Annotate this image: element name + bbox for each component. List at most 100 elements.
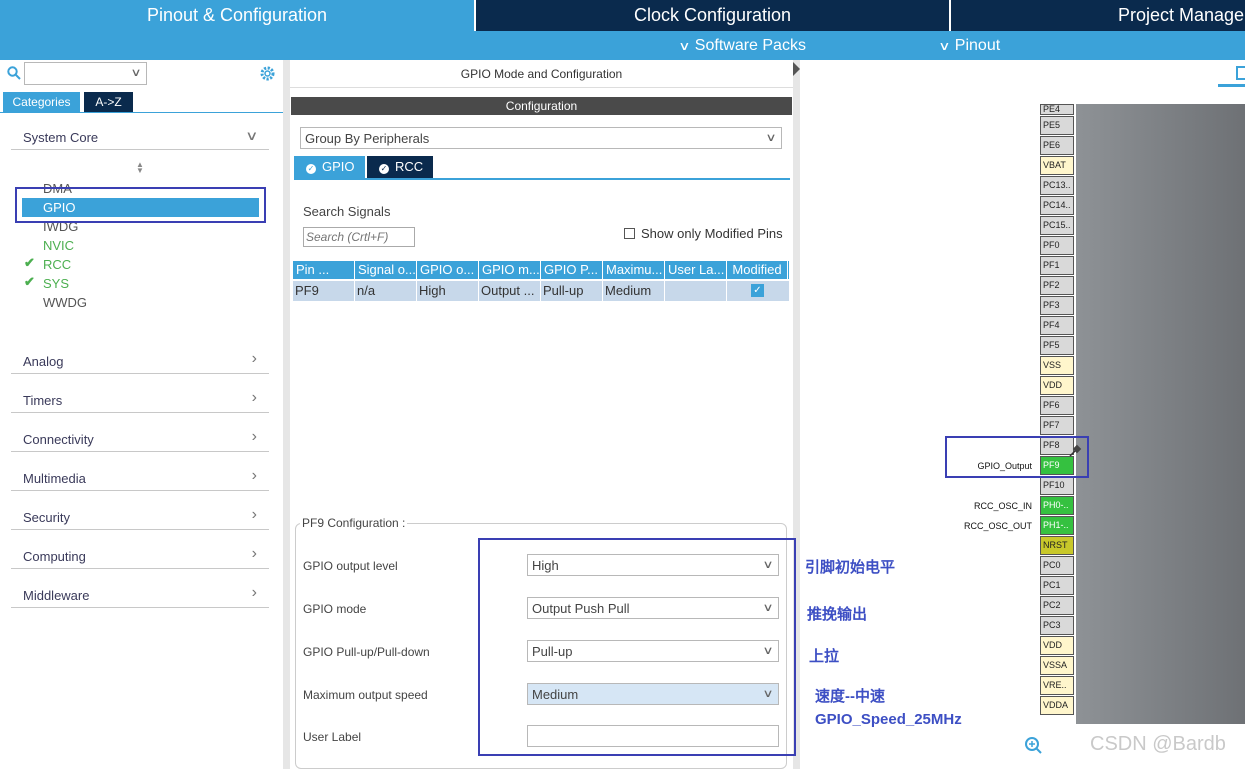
pin[interactable]: PC14..	[1040, 196, 1074, 215]
system-core-item[interactable]: WWDG	[22, 293, 259, 312]
pin[interactable]: PC2	[1040, 596, 1074, 615]
category-connectivity[interactable]: Connectivity ›	[11, 428, 269, 452]
tab-project-manager[interactable]: Project Manage	[951, 0, 1245, 31]
tab-underline	[0, 112, 283, 113]
column-header[interactable]: User La...	[665, 261, 727, 279]
modified-checkbox[interactable]: ✓	[751, 284, 764, 297]
tab-label: Project Manage	[1118, 5, 1245, 25]
chip-view-icon[interactable]	[1236, 66, 1245, 80]
pin[interactable]: PC3	[1040, 616, 1074, 635]
table-cell: PF9	[293, 281, 355, 301]
pin[interactable]: PC13..	[1040, 176, 1074, 195]
pin[interactable]: PF5	[1040, 336, 1074, 355]
tab-label: Clock Configuration	[633, 5, 792, 25]
system-core-item[interactable]: NVIC	[22, 236, 259, 255]
pin[interactable]: PH1-..	[1040, 516, 1074, 535]
column-header[interactable]: Modified	[727, 261, 788, 279]
pin[interactable]: VSS	[1040, 356, 1074, 375]
category-label: Connectivity	[23, 432, 94, 447]
table-cell: High	[417, 281, 479, 301]
category-system-core[interactable]: System Core ∨	[11, 128, 269, 150]
category-label: Middleware	[23, 588, 90, 603]
pin[interactable]: PE5	[1040, 116, 1074, 135]
sort-icon[interactable]: ▲ ▼	[136, 161, 144, 175]
pin[interactable]: PF7	[1040, 416, 1074, 435]
pin[interactable]: PC1	[1040, 576, 1074, 595]
gpio-tab[interactable]: ✓ GPIO	[294, 156, 365, 178]
pin[interactable]: VBAT	[1040, 156, 1074, 175]
pin[interactable]: PF1	[1040, 256, 1074, 275]
system-core-item[interactable]: ✔ SYS	[22, 274, 259, 293]
setting-label: User Label	[303, 730, 362, 744]
pin[interactable]: PE6	[1040, 136, 1074, 155]
pin[interactable]: VSSA	[1040, 656, 1074, 675]
column-header[interactable]: Pin ...	[293, 261, 355, 279]
pin[interactable]: NRST	[1040, 536, 1074, 555]
gear-icon[interactable]	[259, 65, 276, 82]
search-icon[interactable]	[7, 66, 21, 80]
category-timers[interactable]: Timers ›	[11, 389, 269, 413]
tab-label: A->Z	[95, 95, 122, 109]
pin[interactable]: PF10	[1040, 476, 1074, 495]
pin[interactable]: PC0	[1040, 556, 1074, 575]
pin[interactable]: PF4	[1040, 316, 1074, 335]
pinout-menu[interactable]: ∨ Pinout	[938, 31, 1000, 60]
search-combo[interactable]: ∨	[24, 62, 147, 85]
category-label: Multimedia	[23, 471, 86, 486]
show-modified-checkbox[interactable]	[624, 228, 635, 239]
tab-a-z[interactable]: A->Z	[84, 92, 133, 112]
chevron-down-icon: ∨	[130, 67, 142, 79]
pin[interactable]: VDD	[1040, 636, 1074, 655]
tab-label: Categories	[12, 95, 71, 109]
collapse-arrow-icon[interactable]	[793, 62, 800, 76]
category-multimedia[interactable]: Multimedia ›	[11, 467, 269, 491]
panel-splitter[interactable]	[283, 60, 290, 769]
search-signals-label: Search Signals	[303, 204, 391, 219]
pin[interactable]: PF3	[1040, 296, 1074, 315]
system-core-item[interactable]: ✔ RCC	[22, 255, 259, 274]
table-row[interactable]: PF9 n/a High Output ... Pull-up Medium ✓	[293, 281, 789, 301]
system-core-item-label: NVIC	[43, 238, 75, 253]
column-header[interactable]: GPIO m...	[479, 261, 541, 279]
system-core-item-label: SYS	[43, 276, 70, 291]
table-cell	[665, 281, 727, 301]
system-core-item-label: RCC	[43, 257, 72, 272]
table-cell: Pull-up	[541, 281, 603, 301]
pin[interactable]: VDD	[1040, 376, 1074, 395]
category-analog[interactable]: Analog ›	[11, 350, 269, 374]
category-label: Timers	[23, 393, 63, 408]
tab-clock-configuration[interactable]: Clock Configuration	[476, 0, 949, 31]
settings-highlight-box	[478, 538, 796, 756]
tab-label: GPIO	[322, 159, 355, 174]
category-middleware[interactable]: Middleware ›	[11, 584, 269, 608]
table-cell: n/a	[355, 281, 417, 301]
category-security[interactable]: Security ›	[11, 506, 269, 530]
tab-categories[interactable]: Categories	[3, 92, 80, 112]
tab-pinout-configuration[interactable]: Pinout & Configuration	[0, 0, 474, 31]
tab-label: Pinout & Configuration	[146, 5, 328, 25]
pin[interactable]: PF6	[1040, 396, 1074, 415]
pin[interactable]: PH0-..	[1040, 496, 1074, 515]
search-signals-input[interactable]	[303, 227, 415, 247]
pin[interactable]: PF2	[1040, 276, 1074, 295]
category-computing[interactable]: Computing ›	[11, 545, 269, 569]
category-label: Computing	[23, 549, 86, 564]
pin[interactable]: PC15..	[1040, 216, 1074, 235]
annotation-pull-up: 上拉	[809, 648, 840, 665]
pin[interactable]: PF0	[1040, 236, 1074, 255]
category-label: Analog	[23, 354, 64, 369]
column-header[interactable]: GPIO P...	[541, 261, 603, 279]
pin[interactable]: VDDA	[1040, 696, 1074, 715]
pin[interactable]: VRE..	[1040, 676, 1074, 695]
pin[interactable]: PE4	[1040, 104, 1074, 115]
software-packs-menu[interactable]: ∨ Software Packs	[678, 31, 806, 60]
table-cell: Output ...	[479, 281, 541, 301]
group-by-select[interactable]: Group By Peripherals ∨	[300, 127, 782, 149]
rcc-tab[interactable]: ✓ RCC	[367, 156, 433, 178]
zoom-in-icon[interactable]	[1024, 736, 1044, 756]
chevron-right-icon: ›	[251, 389, 257, 406]
column-header[interactable]: Maximu...	[603, 261, 665, 279]
column-header[interactable]: Signal o...	[355, 261, 417, 279]
system-core-item-label: WWDG	[43, 295, 88, 310]
column-header[interactable]: GPIO o...	[417, 261, 479, 279]
